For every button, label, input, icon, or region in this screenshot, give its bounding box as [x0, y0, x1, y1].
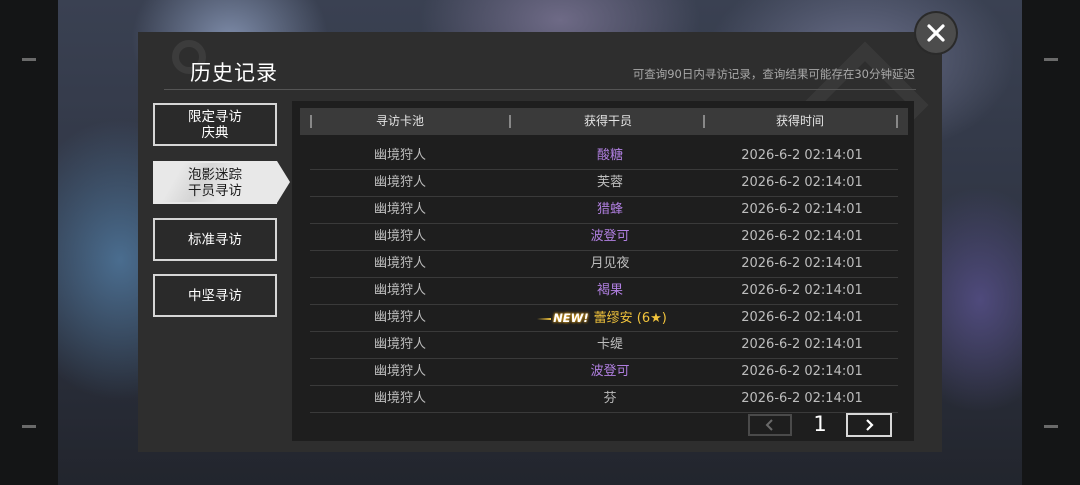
frame-tick	[22, 425, 36, 428]
operator-name: 波登可	[590, 229, 630, 244]
cell-time: 2026-6-2 02:14:01	[741, 202, 863, 217]
cell-pool: 幽境狩人	[373, 202, 426, 217]
cell-operator: 褐果	[510, 278, 710, 304]
tab-label: 中坚寻访	[188, 287, 242, 304]
operator-name: 卡缇	[596, 337, 623, 352]
prev-page-button[interactable]	[748, 414, 792, 436]
left-frame-bar	[0, 0, 58, 485]
cell-time: 2026-6-2 02:14:01	[741, 283, 863, 298]
operator-name: 月见夜	[590, 256, 630, 271]
chevron-left-icon	[765, 419, 773, 431]
cell-operator: 猎蜂	[510, 197, 710, 223]
cell-pool: 幽境狩人	[373, 283, 426, 298]
cell-operator: 月见夜	[510, 251, 710, 277]
cell-pool: 幽境狩人	[373, 310, 426, 325]
table-row: 幽境狩人 芬 2026-6-2 02:14:01	[310, 386, 898, 413]
tab-label: 泡影迷踪	[188, 166, 242, 183]
header-separator	[896, 115, 898, 128]
close-button[interactable]	[916, 13, 956, 53]
cell-operator: 芬	[510, 386, 710, 412]
cell-operator: 波登可	[510, 224, 710, 250]
table-row: 幽境狩人 芙蓉 2026-6-2 02:14:01	[310, 170, 898, 197]
title-divider	[164, 89, 916, 90]
tab-standard[interactable]: 标准寻访	[153, 218, 277, 261]
header-operator: 获得干员	[583, 114, 632, 128]
tab-label: 限定寻访	[188, 108, 242, 125]
right-frame-bar	[1022, 0, 1080, 485]
tab-label: 标准寻访	[188, 231, 242, 248]
active-tab-pointer	[277, 161, 290, 203]
cell-time: 2026-6-2 02:14:01	[741, 229, 863, 244]
header-time: 获得时间	[775, 114, 824, 128]
operator-name: 芬	[603, 391, 617, 406]
operator-name: 蕾缪安 (6★)	[593, 311, 667, 326]
cell-time: 2026-6-2 02:14:01	[741, 175, 863, 190]
operator-name: 猎蜂	[596, 202, 623, 217]
cell-time: 2026-6-2 02:14:01	[741, 148, 863, 163]
table-row: 幽境狩人 月见夜 2026-6-2 02:14:01	[310, 251, 898, 278]
close-icon	[927, 24, 945, 42]
frame-tick	[1044, 425, 1058, 428]
next-page-button[interactable]	[846, 413, 892, 437]
operator-name: 芙蓉	[596, 175, 623, 190]
operator-name: 酸糖	[596, 148, 623, 163]
table-row: 幽境狩人 卡缇 2026-6-2 02:14:01	[310, 332, 898, 359]
cell-operator: 芙蓉	[510, 170, 710, 196]
tab-bubble-operator[interactable]: 泡影迷踪 干员寻访	[153, 161, 277, 204]
tab-label-line2: 干员寻访	[188, 182, 242, 199]
page-number: 1	[813, 412, 827, 436]
cell-pool: 幽境狩人	[373, 256, 426, 271]
frame-tick	[1044, 58, 1058, 61]
cell-operator: 卡缇	[510, 332, 710, 358]
header-pool: 寻访卡池	[375, 114, 424, 128]
operator-name: 褐果	[596, 283, 623, 298]
operator-name: 波登可	[590, 364, 630, 379]
cell-time: 2026-6-2 02:14:01	[741, 391, 863, 406]
new-badge: NEW!	[553, 311, 589, 325]
chevron-right-icon	[866, 419, 874, 431]
cell-pool: 幽境狩人	[373, 148, 426, 163]
query-note: 可查询90日内寻访记录，查询结果可能存在30分钟延迟	[632, 67, 915, 81]
cell-pool: 幽境狩人	[373, 229, 426, 244]
cell-pool: 幽境狩人	[373, 175, 426, 190]
page-title: 历史记录	[190, 61, 278, 85]
cell-operator: 酸糖	[510, 143, 710, 169]
cell-operator: 波登可	[510, 359, 710, 385]
cell-time: 2026-6-2 02:14:01	[741, 310, 863, 325]
tab-label-line2: 庆典	[201, 124, 229, 141]
table-row: 幽境狩人 酸糖 2026-6-2 02:14:01	[310, 143, 898, 170]
cell-pool: 幽境狩人	[373, 364, 426, 379]
cell-pool: 幽境狩人	[373, 391, 426, 406]
cell-time: 2026-6-2 02:14:01	[741, 364, 863, 379]
tab-core[interactable]: 中坚寻访	[153, 274, 277, 317]
cell-operator: NEW! 蕾缪安 (6★)	[510, 305, 710, 331]
cell-time: 2026-6-2 02:14:01	[741, 256, 863, 271]
table-row: 幽境狩人 褐果 2026-6-2 02:14:01	[310, 278, 898, 305]
tab-limited-celebration[interactable]: 限定寻访 庆典	[153, 103, 277, 146]
table-header: 寻访卡池 获得干员 获得时间	[300, 108, 908, 135]
table-row: 幽境狩人 波登可 2026-6-2 02:14:01	[310, 224, 898, 251]
frame-tick	[22, 58, 36, 61]
table-row: 幽境狩人 猎蜂 2026-6-2 02:14:01	[310, 197, 898, 224]
table-row: 幽境狩人 波登可 2026-6-2 02:14:01	[310, 359, 898, 386]
cell-time: 2026-6-2 02:14:01	[741, 337, 863, 352]
cell-pool: 幽境狩人	[373, 337, 426, 352]
table-row: 幽境狩人 NEW! 蕾缪安 (6★) 2026-6-2 02:14:01	[310, 305, 898, 332]
